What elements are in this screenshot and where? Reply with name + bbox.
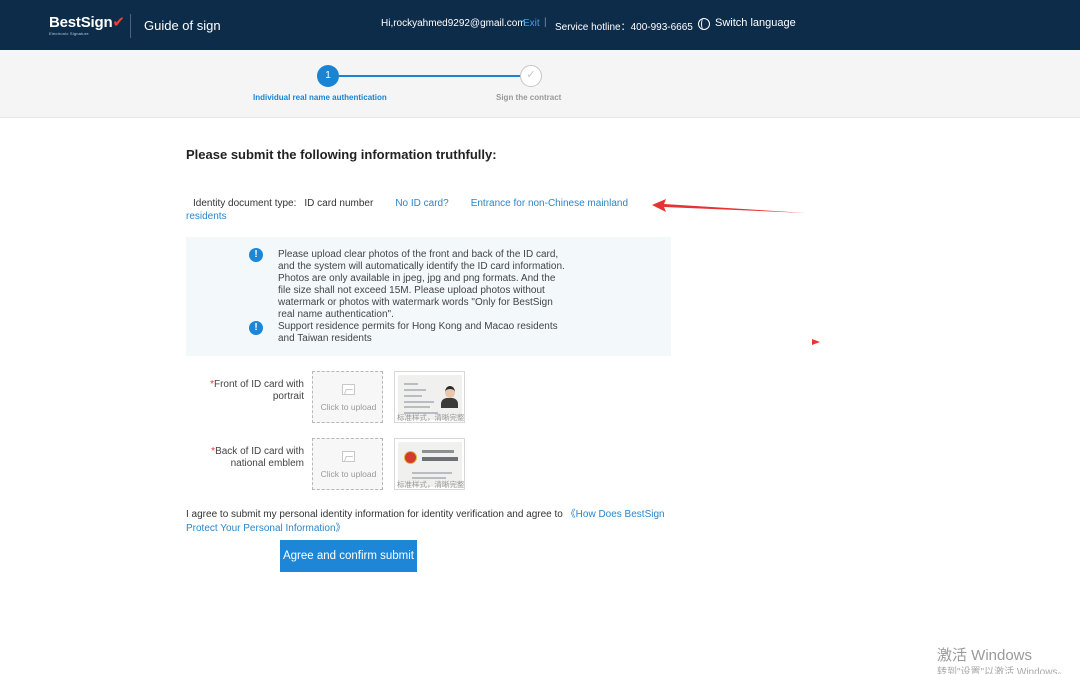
form-title: Please submit the following information … xyxy=(186,147,497,162)
page-title: Guide of sign xyxy=(144,18,221,33)
step1-indicator: 1 xyxy=(317,65,339,87)
sample-watermark: 标准样式，清晰完整 xyxy=(397,413,465,422)
step1-label: Individual real name authentication xyxy=(253,93,387,102)
document-type-value[interactable]: ID card number xyxy=(304,198,373,209)
switch-language-button[interactable]: Switch language xyxy=(715,17,796,29)
bestsign-logo[interactable]: BestSign✔ xyxy=(49,13,125,31)
sample-watermark: 标准样式，清晰完整 xyxy=(397,480,465,489)
globe-icon[interactable] xyxy=(698,18,710,30)
front-id-label: *Front of ID card with portrait xyxy=(210,379,304,402)
header-separator: | xyxy=(544,17,547,28)
exit-link[interactable]: Exit xyxy=(523,18,540,29)
upload-notice: ! Please upload clear photos of the fron… xyxy=(186,237,671,356)
national-emblem-icon xyxy=(404,451,417,464)
annotation-mark xyxy=(812,339,820,345)
step2-check-icon: ✓ xyxy=(520,65,542,87)
step2-label: Sign the contract xyxy=(496,93,562,102)
logo-subtitle: Electronic Signature xyxy=(49,31,89,36)
header-divider xyxy=(130,14,131,38)
no-id-card-link[interactable]: No ID card? xyxy=(395,198,448,209)
user-email: Hi,rockyahmed9292@gmail.com xyxy=(381,18,526,29)
back-id-label: *Back of ID card with national emblem xyxy=(211,446,304,469)
step-connector xyxy=(339,75,520,77)
front-upload-button[interactable]: Click to upload xyxy=(312,371,383,423)
agreement-text: I agree to submit my personal identity i… xyxy=(186,509,665,534)
image-icon xyxy=(342,384,355,395)
windows-activation-subtext: 转到"设置"以激活 Windows。 xyxy=(937,667,1068,674)
document-type-row: Identity document type: ID card number No … xyxy=(186,197,666,223)
notice-text-photos: Please upload clear photos of the front … xyxy=(278,249,565,320)
annotation-arrow xyxy=(652,199,806,213)
service-hotline: Service hotline：400-993-6665 xyxy=(555,22,693,33)
upload-text: Click to upload xyxy=(320,402,377,412)
top-header: BestSign✔ Electronic Signature Guide of … xyxy=(0,0,1080,50)
image-icon xyxy=(342,451,355,462)
back-sample-image: 标准样式，清晰完整 xyxy=(394,438,465,490)
front-sample-image: 标准样式，清晰完整 xyxy=(394,371,465,423)
upload-text: Click to upload xyxy=(320,469,377,479)
windows-activation-watermark: 激活 Windows xyxy=(937,647,1033,664)
agree-submit-button[interactable]: Agree and confirm submit xyxy=(280,540,417,572)
logo-check-icon: ✔ xyxy=(112,14,125,31)
notice-text-residence: Support residence permits for Hong Kong … xyxy=(278,321,558,344)
info-icon: ! xyxy=(249,321,263,335)
info-icon: ! xyxy=(249,248,263,262)
back-upload-button[interactable]: Click to upload xyxy=(312,438,383,490)
document-type-label: Identity document type: xyxy=(193,198,297,209)
progress-steps: 1 ✓ Individual real name authentication … xyxy=(0,50,1080,118)
portrait-photo xyxy=(441,384,458,408)
